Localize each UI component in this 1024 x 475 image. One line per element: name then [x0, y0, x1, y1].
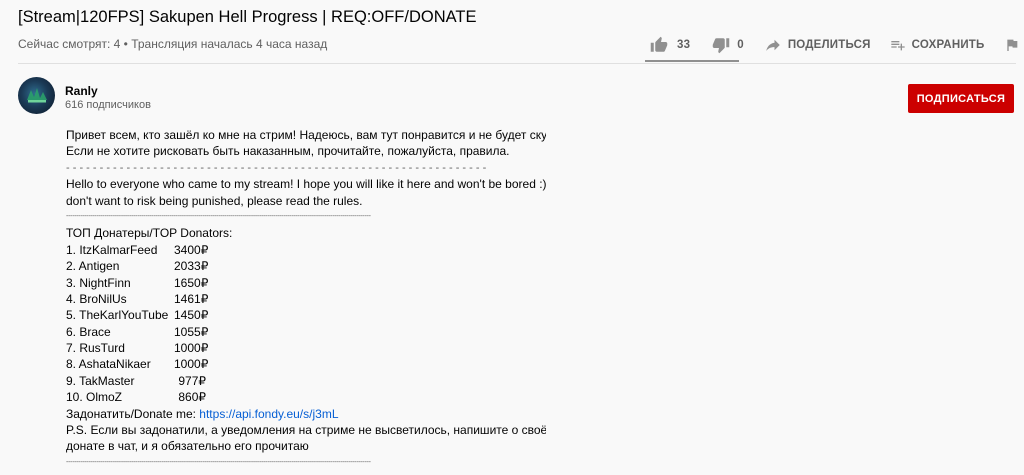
donate-label: Задонатить/Donate me: [66, 406, 200, 421]
share-button[interactable]: ПОДЕЛИТЬСЯ [764, 36, 871, 54]
donate-line: Задонатить/Donate me: https://api.fondy.… [66, 406, 546, 422]
donator-row: 7. RusTurd 1000₽ [66, 340, 546, 356]
donator-list: 1. ItzKalmarFeed 3400₽ 2. Antigen 2033₽ 3. N… [66, 242, 546, 406]
separator-line: ----------------------------------------… [66, 458, 371, 466]
donator-row: 6. Brace 1055₽ [66, 324, 546, 340]
like-dislike-bar [645, 60, 739, 62]
donator-row: 8. AshataNikaer 1000₽ [66, 356, 546, 372]
like-button[interactable]: 33 [650, 36, 690, 54]
description: Привет всем, кто зашёл ко мне на стрим! … [66, 127, 546, 471]
donator-amount: 977₽ [178, 373, 206, 388]
donator-name: 1. ItzKalmarFeed [66, 242, 158, 257]
description-line: Если не хотите рисковать быть наказанным… [66, 144, 510, 159]
donator-name: 4. BroNilUs [66, 291, 127, 306]
donate-link[interactable]: https://api.fondy.eu/s/j3mL [199, 407, 338, 421]
donator-row: 10. OlmoZ 860₽ [66, 389, 546, 405]
donator-row: 3. NightFinn 1650₽ [66, 275, 546, 291]
like-ratio-fill [645, 60, 739, 62]
like-count: 33 [677, 39, 691, 51]
donator-amount: 3400₽ [174, 242, 209, 257]
donator-name: 8. AshataNikaer [66, 357, 151, 372]
donator-row: 5. TheKarlYouTube 1450₽ [66, 307, 546, 323]
donator-name: 6. Brace [66, 324, 111, 339]
donator-name: 5. TheKarlYouTube [66, 308, 169, 323]
thumb-up-icon [650, 36, 668, 54]
description-line: Привет всем, кто зашёл ко мне на стрим! … [66, 128, 546, 142]
donator-row: 4. BroNilUs 1461₽ [66, 291, 546, 307]
donator-row: 2. Antigen 2033₽ [66, 258, 546, 274]
avatar-logo-icon [27, 88, 47, 103]
share-arrow-icon [764, 36, 782, 54]
donator-name: 7. RusTurd [66, 341, 125, 356]
donator-amount: 1055₽ [174, 324, 209, 339]
save-button[interactable]: СОХРАНИТЬ [890, 37, 985, 53]
description-line: don't want to risk being punished, pleas… [66, 193, 363, 208]
video-title: [Stream|120FPS] Sakupen Hell Progress | … [18, 8, 477, 26]
action-bar: 33 0 ПОДЕЛИТЬСЯ СОХРАНИТЬ [645, 30, 1024, 60]
report-button[interactable] [1004, 37, 1020, 53]
donator-name: 10. OlmoZ [66, 390, 123, 405]
video-meta: Сейчас смотрят: 4 • Трансляция началась … [18, 37, 328, 51]
top-donators-heading: ТОП Донатеры/TOP Donators: [66, 226, 233, 241]
subscribe-button[interactable]: ПОДПИСАТЬСЯ [908, 84, 1014, 113]
channel-name[interactable]: Ranly [65, 84, 98, 98]
donator-amount: 1000₽ [174, 341, 209, 356]
flag-icon [1004, 37, 1020, 53]
share-label: ПОДЕЛИТЬСЯ [787, 39, 871, 51]
donator-amount: 860₽ [178, 390, 206, 405]
dislike-count: 0 [737, 39, 744, 51]
thumb-down-icon [712, 36, 730, 54]
donator-amount: 1461₽ [174, 291, 209, 306]
dislike-button[interactable]: 0 [712, 36, 744, 54]
subscriber-count: 616 подписчиков [65, 99, 151, 111]
separator-line: ----------------------------------------… [66, 212, 371, 220]
description-line: P.S. Если вы задонатили, а уведомления н… [66, 423, 546, 438]
donator-row: 9. TakMaster 977₽ [66, 373, 546, 389]
separator-line: - - - - - - - - - - - - - - - - - - - - … [66, 161, 487, 174]
donator-amount: 2033₽ [174, 259, 209, 274]
donator-amount: 1450₽ [174, 308, 209, 323]
playlist-add-icon [890, 37, 906, 53]
donator-amount: 1650₽ [174, 275, 209, 290]
save-label: СОХРАНИТЬ [911, 39, 985, 51]
divider [18, 63, 1016, 64]
avatar[interactable] [18, 77, 55, 114]
donator-name: 9. TakMaster [66, 373, 135, 388]
description-line: донате в чат, и я обязательно его прочит… [66, 439, 309, 454]
donator-name: 3. NightFinn [66, 275, 131, 290]
donator-row: 1. ItzKalmarFeed 3400₽ [66, 242, 546, 258]
donator-name: 2. Antigen [66, 259, 120, 274]
description-line: Hello to everyone who came to my stream!… [66, 177, 546, 192]
donator-amount: 1000₽ [174, 357, 209, 372]
